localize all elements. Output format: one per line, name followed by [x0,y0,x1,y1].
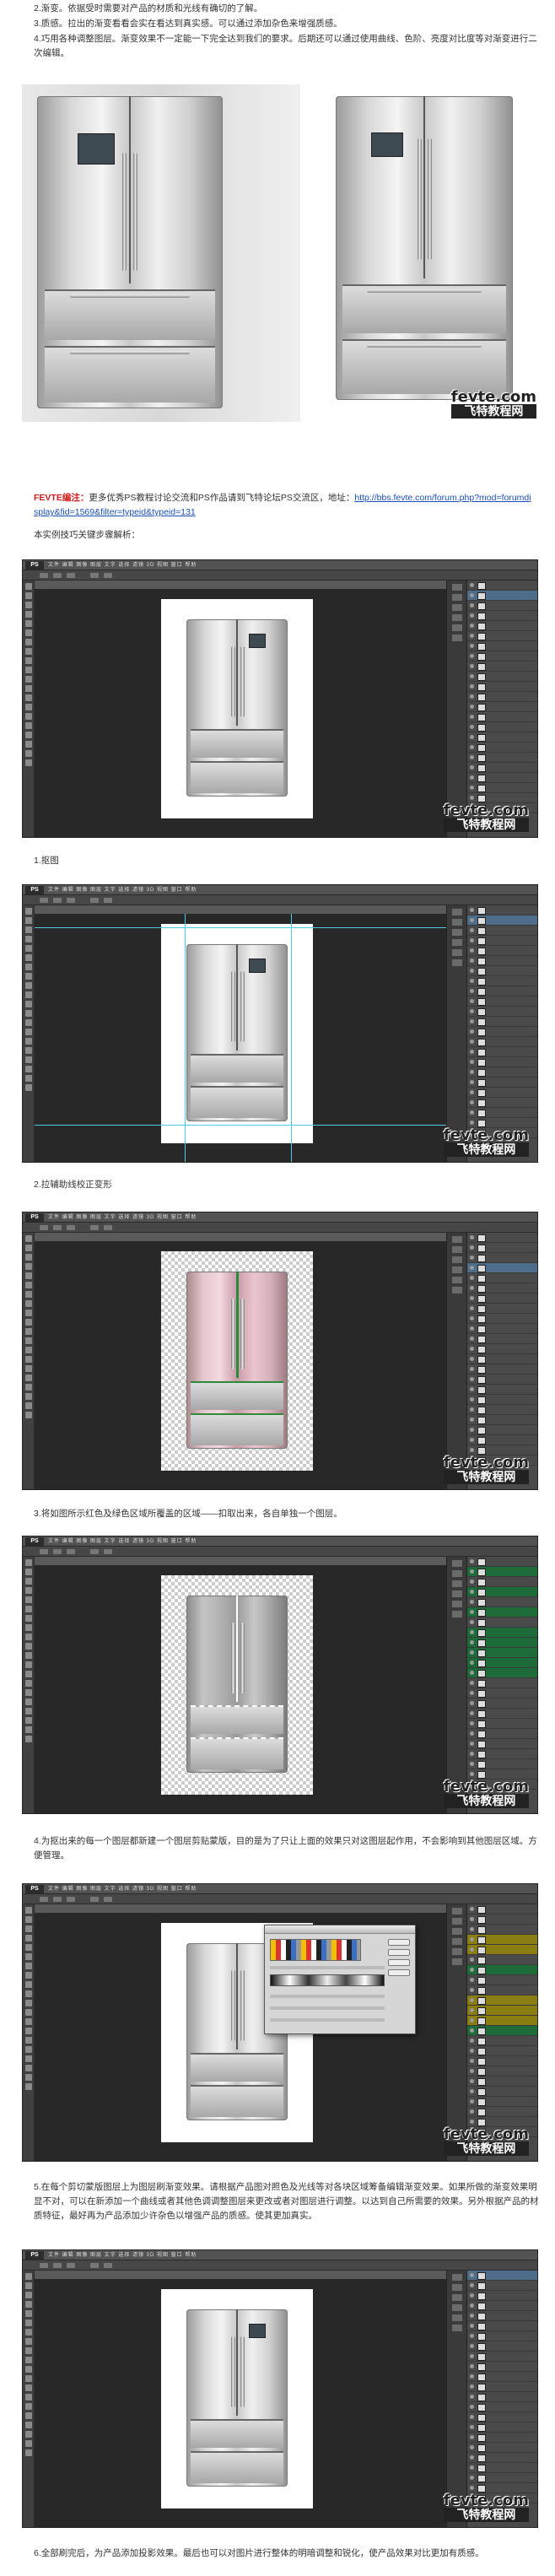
ps-screenshot-2: PS 文件 编辑 图像 图层 文字 选择 滤镜 3D 视图 窗口 帮助 fevte… [22,884,538,1163]
rendered-fridge-photo: fevte.com 飞特教程网 [326,84,540,422]
ps-menu: 文件 编辑 图像 图层 文字 选择 滤镜 3D 视图 窗口 帮助 [48,1215,197,1220]
gradient-bar[interactable] [270,1974,385,1986]
watermark: fevte.com 飞特教程网 [443,1778,529,1808]
step-caption-4: 4.为抠出来的每一个图层都新建一个图层剪贴蒙版，目的是为了只让上面的效果只对这图… [34,1836,537,1860]
ps-screenshot-3: PS 文件 编辑 图像 图层 文字 选择 滤镜 3D 视图 窗口 帮助 fevte… [22,1212,538,1490]
ps-logo: PS [25,2251,44,2260]
step-caption-6: 6.全部刷完后，为产品添加投影效果。最后也可以对图片进行整体的明暗调整和锐化，使… [34,2548,484,2558]
watermark: fevte.com 飞特教程网 [443,2125,529,2156]
fridge-image [186,1272,288,1449]
watermark-brand: 飞特教程网 [443,818,529,832]
watermark: fevte.com 飞特教程网 [443,1126,529,1157]
ps-screenshot-5: PS 文件 编辑 图像 图层 文字 选择 滤镜 3D 视图 窗口 帮助 fevt… [22,1883,538,2162]
editor-note: FEVTE编注：更多优秀PS教程讨论交流和PS作品请到飞特论坛PS交流区，地址：… [34,491,531,520]
guide-line [185,914,186,1162]
intro-line-4: 4.巧用各种调整图层。渐变效果不一定能一下完全达到我们的要求。后期还可以通过使用… [34,34,537,58]
ps-menu: 文件 编辑 图像 图层 文字 选择 滤镜 3D 视图 窗口 帮助 [48,1539,197,1544]
layers-panel [466,1557,537,1813]
canvas [161,924,313,1143]
ps-menu: 文件 编辑 图像 图层 文字 选择 滤镜 3D 视图 窗口 帮助 [48,2253,197,2258]
ps-menu: 文件 编辑 图像 图层 文字 选择 滤镜 3D 视图 窗口 帮助 [48,888,197,893]
fridge-image [186,1596,288,1773]
watermark-domain: fevte.com [443,802,529,819]
watermark-brand: 飞特教程网 [443,1794,529,1808]
ps-logo: PS [25,561,44,570]
canvas [161,2289,313,2508]
canvas [161,1575,313,1795]
gradient-presets[interactable] [270,1939,361,1961]
guide-line [35,1125,446,1126]
load-button[interactable] [388,1959,410,1966]
ps-screenshot-1: PS 文件 编辑 图像 图层 文字 选择 滤镜 3D 视图 窗口 帮助 fevte… [22,559,538,838]
watermark-brand: 飞特教程网 [443,2508,529,2522]
watermark-domain: fevte.com [450,388,536,406]
fridge-image [37,96,223,408]
step-caption-3: 3.将如图所示红色及绿色区域所覆盖的区域——扣取出来，各自单独一个图层。 [34,1509,342,1519]
watermark: fevte.com 飞特教程网 [443,802,529,832]
watermark-domain: fevte.com [443,2492,529,2509]
fridge-image [186,2309,288,2487]
ps-logo: PS [25,1213,44,1222]
watermark-domain: fevte.com [443,1454,529,1472]
fridge-image [186,619,288,797]
intro-line-3: 3.质感。拉出的渐变看看会实在看达到真实感。可以通过添加杂色来增强质感。 [34,19,342,29]
ok-button[interactable] [388,1939,410,1946]
fridge-image [186,944,288,1121]
watermark-brand: 飞特教程网 [450,404,536,419]
editor-note-prefix: FEVTE编注： [34,493,89,503]
gradient-editor-dialog [264,1925,416,2034]
step-caption-1: 1.抠图 [34,856,59,866]
step-caption-2: 2.拉辅助线校正变形 [34,1180,112,1190]
product-photo-comparison: fevte.com 飞特教程网 [22,84,540,422]
layers-panel [466,905,537,1162]
fridge-image [336,96,513,400]
step-caption-5: 5.在每个剪切蒙版图层上为图层刷渐变效果。请根据产品图对照色及光线等对各块区域筹… [34,2182,539,2221]
watermark: fevte.com 飞特教程网 [450,388,536,419]
layers-panel [466,1233,537,1489]
watermark: fevte.com 飞特教程网 [443,2492,529,2522]
ps-logo: PS [25,1885,44,1893]
watermark-domain: fevte.com [443,2125,529,2143]
watermark-brand: 飞特教程网 [443,1142,529,1157]
ps-screenshot-6: PS 文件 编辑 图像 图层 文字 选择 滤镜 3D 视图 窗口 帮助 fevte… [22,2249,538,2528]
watermark-domain: fevte.com [443,1778,529,1796]
cancel-button[interactable] [388,1949,410,1956]
watermark: fevte.com 飞特教程网 [443,1454,529,1484]
original-fridge-photo [22,84,300,422]
ps-logo: PS [25,886,44,894]
watermark-domain: fevte.com [443,1126,529,1144]
ps-logo: PS [25,1537,44,1546]
guide-line [291,914,292,1162]
editor-note-text: 更多优秀PS教程讨论交流和PS作品请到飞特论坛PS交流区，地址： [89,493,355,503]
canvas [161,599,313,818]
ps-menu: 文件 编辑 图像 图层 文字 选择 滤镜 3D 视图 窗口 帮助 [48,1887,197,1892]
ps-screenshot-4: PS 文件 编辑 图像 图层 文字 选择 滤镜 3D 视图 窗口 帮助 fevte… [22,1536,538,1814]
layers-panel [466,581,537,837]
canvas [161,1251,313,1471]
intro-line-2: 2.渐变。依据受时需要对产品的材质和光线有确切的了解。 [34,3,263,14]
layers-panel [466,2271,537,2527]
watermark-brand: 飞特教程网 [443,2141,529,2156]
steps-intro: 本实例技巧关键步骤解析： [34,530,140,540]
ps-menu: 文件 编辑 图像 图层 文字 选择 滤镜 3D 视图 窗口 帮助 [48,563,197,568]
guide-line [35,927,446,928]
layers-panel [466,1904,537,2161]
watermark-brand: 飞特教程网 [443,1470,529,1484]
save-button[interactable] [388,1969,410,1976]
